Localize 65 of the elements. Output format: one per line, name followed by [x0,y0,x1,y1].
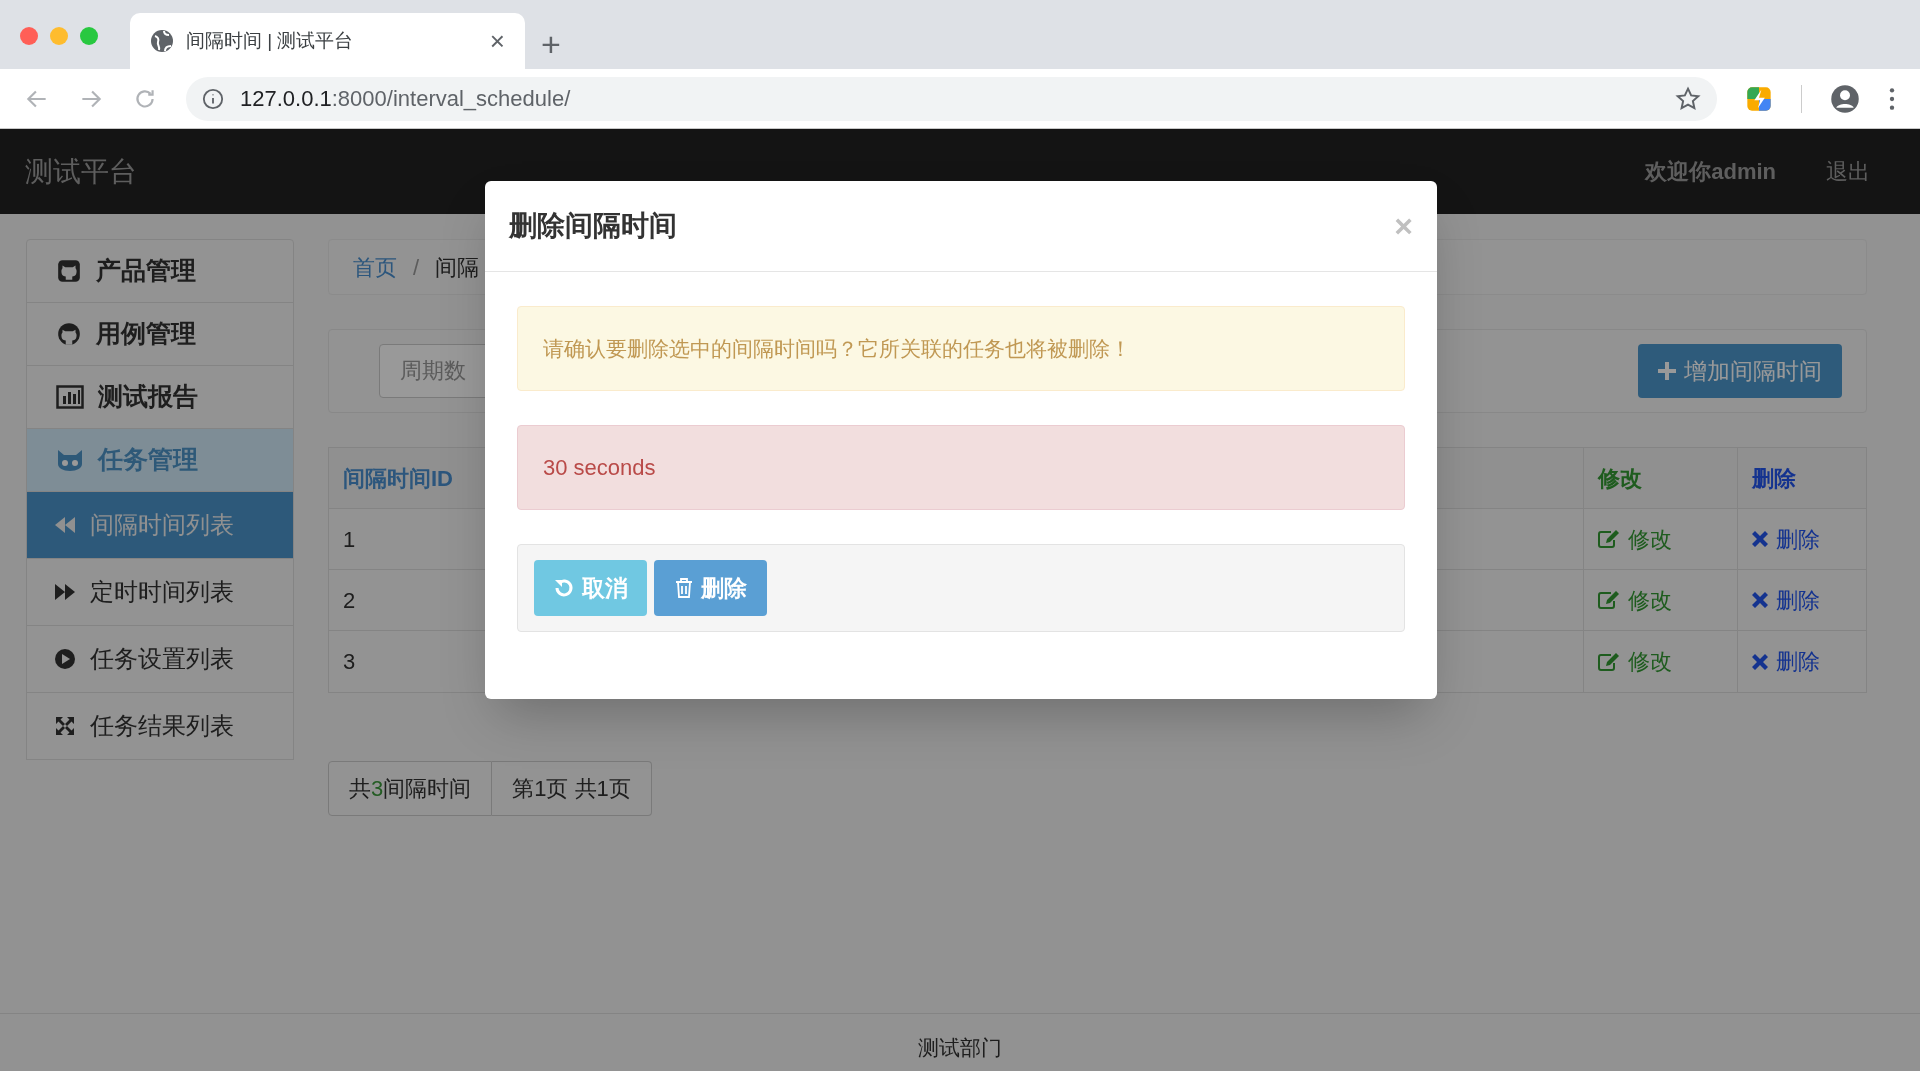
bar-chart-icon [56,385,84,409]
delete-link[interactable]: 删除 [1752,645,1820,678]
selected-item-text: 30 seconds [517,425,1405,510]
url-text: 127.0.0.1:8000/interval_schedule/ [240,85,572,113]
edit-link[interactable]: 修改 [1598,583,1672,617]
delete-link[interactable]: 删除 [1752,583,1820,617]
add-button[interactable]: 增加间隔时间 [1638,344,1842,398]
star-icon[interactable] [1675,85,1701,112]
sidebar-item[interactable]: 用例管理 [26,302,294,366]
sidebar-item[interactable]: 产品管理 [26,239,294,303]
plus-icon [1658,362,1676,380]
close-icon [1752,592,1768,608]
address-bar[interactable]: 127.0.0.1:8000/interval_schedule/ [186,76,1717,121]
footer-text: 测试部门 [918,1035,1002,1061]
info-icon [202,87,224,110]
logout-link[interactable]: 退出 [1826,155,1870,188]
table-cell-text: 1 [343,525,356,554]
breadcrumb-link[interactable]: 间隔 [435,250,480,284]
edit-link[interactable]: 修改 [1598,645,1672,678]
confirm-delete-button[interactable]: 删除 [654,560,767,616]
breadcrumb-link[interactable]: 首页 [353,250,397,284]
edit-link[interactable]: 修改 [1598,522,1672,556]
extension-icon[interactable] [1745,84,1773,113]
trash-icon [674,578,693,598]
window-control-icon[interactable] [20,27,38,45]
browser-tab[interactable]: 间隔时间 | 测试平台 × [130,13,525,69]
github-icon [56,321,82,347]
delete-link[interactable]: 删除 [1752,522,1820,556]
warning-message: 请确认要删除选中的间隔时间吗？它所关联的任务也将被删除！ [517,306,1405,391]
github-icon [56,258,82,284]
new-tab-button[interactable]: + [541,27,561,61]
window-control-icon[interactable] [50,27,68,45]
tab-close-button[interactable]: × [489,28,505,54]
edit-icon [1598,590,1620,610]
tab-title: 间隔时间 | 测试平台 [186,28,355,53]
edit-icon [1598,529,1620,549]
close-icon [1752,531,1768,547]
expand-arrows-icon [54,715,76,737]
total-count-text: 共3间隔时间 [328,761,493,816]
sidebar-subitem[interactable]: 定时时间列表 [26,558,294,626]
breadcrumb-separator: / [413,253,420,282]
menu-dots-icon[interactable] [1888,85,1896,112]
fast-forward-icon [54,582,76,602]
welcome-link[interactable]: 欢迎你admin [1645,155,1776,188]
fast-backward-icon [54,515,76,535]
cancel-button[interactable]: 取消 [534,560,647,616]
table-cell-text: 3 [343,648,356,676]
sidebar-subitem[interactable]: 任务结果列表 [26,692,294,760]
close-icon [1752,653,1768,670]
play-circle-icon [54,648,76,670]
cat-face-icon [56,448,84,472]
window-control-icon[interactable] [80,27,98,45]
globe-icon [150,29,174,53]
sidebar-subitem[interactable]: 任务设置列表 [26,625,294,693]
profile-icon[interactable] [1830,83,1860,114]
sidebar-item[interactable]: 任务管理 [26,428,294,492]
modal-title: 删除间隔时间 [509,209,677,243]
undo-icon [553,578,574,598]
table-cell-text: 2 [343,586,356,615]
sidebar-subitem[interactable]: 间隔时间列表 [26,491,294,559]
column-header: 删除 [1751,464,1797,493]
page-info-text: 第1页 共1页 [492,761,652,816]
column-header: 修改 [1584,448,1738,508]
edit-icon [1598,651,1620,672]
sidebar-item[interactable]: 测试报告 [26,365,294,429]
